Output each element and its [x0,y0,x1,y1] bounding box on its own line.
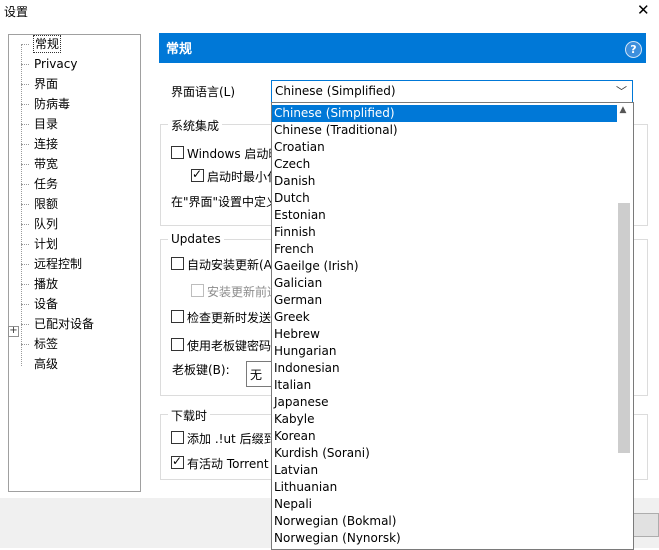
language-option[interactable]: French [272,241,617,258]
language-option[interactable]: Korean [272,428,617,445]
section-title: 常规 [166,42,193,57]
dropdown-scrollbar-thumb[interactable] [618,203,630,453]
install-notify-label: 安装更新前通 [207,285,280,299]
language-select[interactable]: Chinese (Simplified) ﹀ [271,80,633,103]
boss-key-password-label: 使用老板键密码 [187,339,272,353]
language-select-value: Chinese (Simplified) [275,84,396,98]
system-integration-title: 系统集成 [168,117,223,134]
expand-plus-icon[interactable]: + [8,326,19,337]
language-option[interactable]: Czech [272,156,617,173]
language-option[interactable]: Hebrew [272,326,617,343]
language-label: 界面语言(L) [171,85,236,99]
check-send-checkbox[interactable] [171,310,184,323]
boss-key-password-checkbox[interactable] [171,338,184,351]
interface-hint: 在"界面"设置中定义 [171,195,279,209]
language-option[interactable]: Lithuanian [272,479,617,496]
language-option[interactable]: Chinese (Simplified) [272,105,617,122]
language-option[interactable]: Gaeilge (Irish) [272,258,617,275]
boss-key-label: 老板键(B): [172,363,230,377]
window-title: 设置 [4,5,29,19]
language-option[interactable]: Danish [272,173,617,190]
chevron-down-icon: ﹀ [616,85,627,98]
title-bar: 设置 ✕ [0,0,659,22]
start-minimized-label: 启动时最小化 [207,170,280,184]
language-option[interactable]: Japanese [272,394,617,411]
language-option[interactable]: German [272,292,617,309]
help-icon[interactable]: ? [625,41,642,58]
language-option[interactable]: Hungarian [272,343,617,360]
language-option[interactable]: Nepali [272,496,617,513]
language-option[interactable]: Dutch [272,190,617,207]
ok-button[interactable] [632,513,659,537]
downloading-title: 下载时 [168,407,211,424]
auto-install-checkbox[interactable] [171,257,184,270]
language-option[interactable]: Finnish [272,224,617,241]
language-option[interactable]: Norwegian (Bokmal) [272,513,617,530]
active-torrent-label: 有活动 Torrent [187,457,269,471]
scroll-up-arrow-icon[interactable]: ▲ [616,105,630,117]
language-option[interactable]: Estonian [272,207,617,224]
language-option[interactable]: Greek [272,309,617,326]
language-option[interactable]: Indonesian [272,360,617,377]
windows-startup-checkbox[interactable] [171,146,184,159]
language-option[interactable]: Kurdish (Sorani) [272,445,617,462]
windows-startup-label: Windows 启动时 [187,147,281,161]
language-option[interactable]: Italian [272,377,617,394]
active-torrent-checkbox[interactable] [171,454,184,469]
language-option[interactable]: Norwegian (Nynorsk) [272,530,617,547]
add-lut-label: 添加 .!ut 后缀到 [187,432,276,446]
settings-tree[interactable]: 常规 Privacy 界面 防病毒 目录 连接 带宽 任务 限额 队列 计划 远… [8,34,141,492]
start-minimized-checkbox[interactable] [191,167,204,182]
boss-key-value: 无 [250,368,263,382]
add-lut-checkbox[interactable] [171,431,184,444]
section-header: 常规 ? [159,33,646,63]
language-option[interactable]: Latvian [272,462,617,479]
language-option[interactable]: Croatian [272,139,617,156]
language-option[interactable]: Kabyle [272,411,617,428]
language-option[interactable]: Galician [272,275,617,292]
check-send-label: 检查更新时发送 [187,311,272,325]
updates-title: Updates [168,232,224,246]
boss-key-input[interactable]: 无 [246,361,274,387]
language-option[interactable]: Chinese (Traditional) [272,122,617,139]
install-notify-checkbox[interactable] [191,284,204,297]
language-dropdown-list[interactable]: Chinese (Simplified) Chinese (Traditiona… [271,102,634,550]
auto-install-label: 自动安装更新(A [187,258,272,272]
close-icon[interactable]: ✕ [637,1,650,19]
